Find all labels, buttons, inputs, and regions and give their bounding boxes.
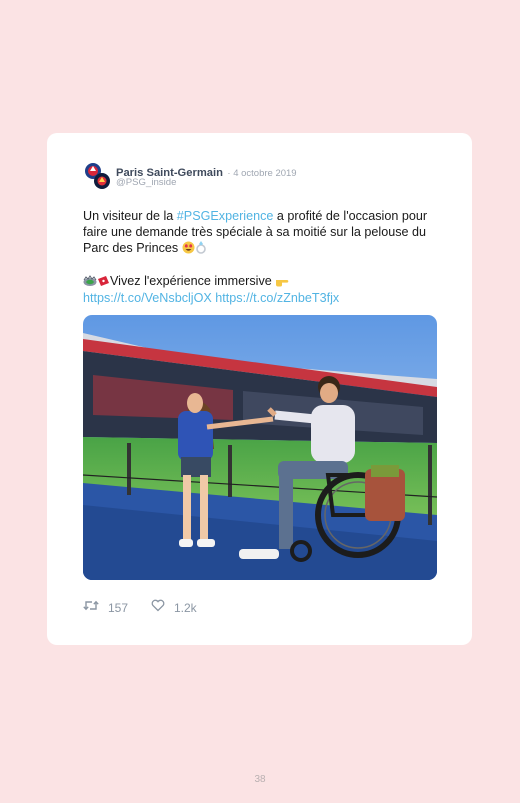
page-number: 38 bbox=[254, 774, 266, 785]
retweet-count: 157 bbox=[108, 601, 129, 615]
retweet-icon bbox=[83, 599, 99, 617]
tweet-paragraph-1: Un visiteur de la #PSGExperience a profi… bbox=[83, 209, 433, 259]
ring-icon bbox=[195, 240, 207, 259]
ticket-icon bbox=[97, 275, 110, 292]
like-count: 1.2k bbox=[174, 601, 197, 615]
retweet-action[interactable]: 157 bbox=[83, 599, 128, 617]
heart-icon bbox=[151, 599, 165, 617]
author-handle[interactable]: @PSG_inside bbox=[116, 177, 176, 188]
psg-logo-avatar[interactable] bbox=[82, 161, 112, 191]
tweet-link-1[interactable]: https://t.co/VeNsbcljOX bbox=[83, 291, 212, 305]
tweet-photo[interactable] bbox=[83, 315, 437, 580]
tweet-paragraph-2: Vivez l'expérience immersive bbox=[83, 274, 433, 292]
smiling-face-with-heart-eyes-icon bbox=[182, 241, 195, 259]
backhand-index-pointing-right-icon bbox=[275, 276, 289, 292]
like-action[interactable]: 1.2k bbox=[151, 599, 197, 617]
stadium-proposal-photo bbox=[83, 315, 437, 580]
tweet-card: Paris Saint-Germain · 4 octobre 2019 @PS… bbox=[47, 133, 472, 645]
text-part-1: Un visiteur de la bbox=[83, 209, 177, 223]
tweet-link-2[interactable]: https://t.co/zZnbeT3fjx bbox=[215, 291, 339, 305]
tweet-links: https://t.co/VeNsbcljOX https://t.co/zZn… bbox=[83, 291, 433, 307]
tweet-text: Un visiteur de la #PSGExperience a profi… bbox=[83, 209, 433, 307]
hashtag-link[interactable]: #PSGExperience bbox=[177, 209, 274, 223]
tweet-date[interactable]: · 4 octobre 2019 bbox=[227, 168, 296, 179]
cta-text: Vivez l'expérience immersive bbox=[110, 273, 272, 288]
tweet-header: Paris Saint-Germain · 4 octobre 2019 @PS… bbox=[82, 161, 442, 191]
stadium-icon bbox=[83, 274, 97, 292]
